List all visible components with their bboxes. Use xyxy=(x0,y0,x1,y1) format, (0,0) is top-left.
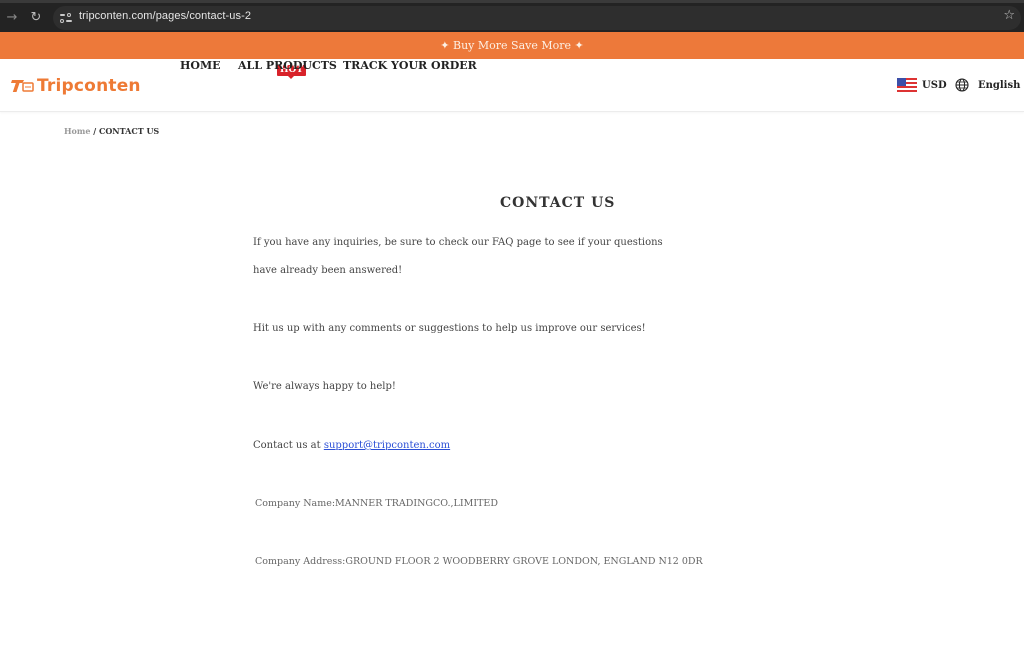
logo[interactable]: Tripconten xyxy=(11,74,141,98)
sparkle-icon: ✦ xyxy=(440,39,450,52)
sparkle-icon: ✦ xyxy=(574,39,584,52)
currency-label: USD xyxy=(922,79,947,91)
breadcrumb-current: CONTACT US xyxy=(98,126,160,136)
us-flag-icon xyxy=(897,78,917,92)
site-info-icon[interactable] xyxy=(60,12,72,24)
page-title: CONTACT US xyxy=(500,195,616,211)
globe-icon xyxy=(955,78,969,92)
feedback-paragraph: Hit us up with any comments or suggestio… xyxy=(253,323,646,334)
nav-track-your-order[interactable]: TRACK YOUR ORDER xyxy=(343,59,477,72)
breadcrumb: Home / CONTACT US xyxy=(64,126,159,136)
company-name: Company Name:MANNER TRADINGCO.,LIMITED xyxy=(255,498,498,509)
currency-selector[interactable]: USD xyxy=(897,78,947,92)
promo-text: Buy More Save More xyxy=(453,39,571,52)
nav-home[interactable]: HOME xyxy=(180,59,221,72)
reload-icon[interactable]: ↻ xyxy=(27,9,45,27)
logo-text: Tripconten xyxy=(37,76,141,96)
site-header: Tripconten HOME HOT ALL PRODUCTS TRACK Y… xyxy=(0,59,1024,112)
address-bar[interactable]: tripconten.com/pages/contact-us-2 ☆ xyxy=(53,6,1021,30)
help-paragraph: We're always happy to help! xyxy=(253,381,396,392)
language-selector[interactable]: English xyxy=(955,78,1020,92)
contact-paragraph: Contact us at support@tripconten.com xyxy=(253,440,450,451)
logo-icon xyxy=(11,80,34,92)
breadcrumb-home-link[interactable]: Home xyxy=(64,126,90,136)
language-label: English xyxy=(978,79,1021,91)
faq-paragraph-line2: have already been answered! xyxy=(253,265,403,276)
support-email-link[interactable]: support@tripconten.com xyxy=(324,440,450,451)
faq-paragraph-line1: If you have any inquiries, be sure to ch… xyxy=(253,237,663,248)
forward-arrow-icon[interactable]: → xyxy=(3,9,21,27)
company-address: Company Address:GROUND FLOOR 2 WOODBERRY… xyxy=(255,556,703,567)
bookmark-star-icon[interactable]: ☆ xyxy=(1003,8,1015,23)
browser-toolbar: → ↻ tripconten.com/pages/contact-us-2 ☆ xyxy=(0,0,1024,32)
nav-all-products[interactable]: ALL PRODUCTS xyxy=(238,59,337,72)
url-text[interactable]: tripconten.com/pages/contact-us-2 xyxy=(79,10,251,22)
contact-prefix: Contact us at xyxy=(253,440,324,451)
promo-banner[interactable]: ✦ Buy More Save More ✦ xyxy=(0,32,1024,59)
